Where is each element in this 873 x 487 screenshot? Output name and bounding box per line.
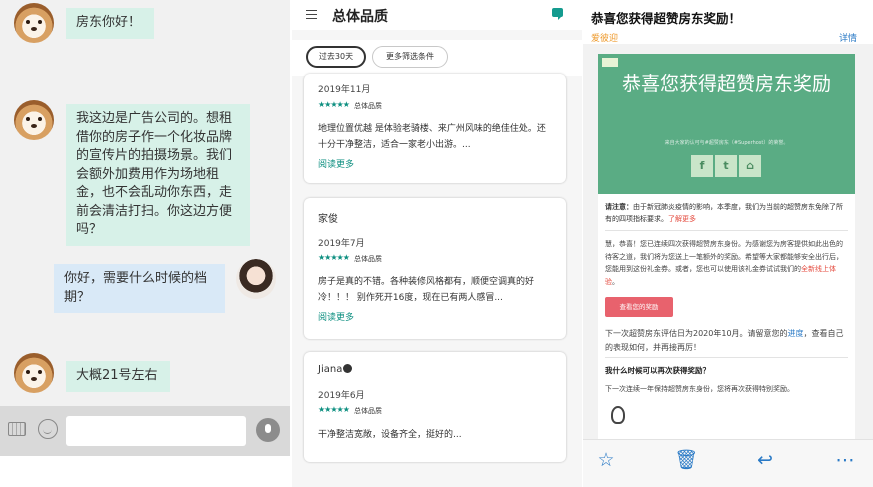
verified-badge-icon xyxy=(343,364,353,373)
view-reward-button[interactable]: 查看您的奖励 xyxy=(605,297,673,317)
review-card[interactable]: 家俊 2019年7月 ★★★★★ 总体品质 房子是真的不错。各种装修风格都有，顺… xyxy=(304,198,566,339)
chat-message: 房东你好！ xyxy=(66,8,154,39)
filter-past-30-days[interactable]: 过去30天 xyxy=(306,46,366,68)
reviewer-name: 家俊 xyxy=(318,214,338,225)
screenshot-root: 房东你好！ 我这边是广告公司的。想租借你的房子作一个化妆品牌的宣传片的拍摄场景。… xyxy=(0,0,873,487)
faq-question: 我什么时候可以再次获得奖励？ xyxy=(605,366,710,375)
facebook-icon[interactable]: f xyxy=(691,155,713,177)
reply-icon[interactable]: ↩ xyxy=(753,448,777,472)
email-panel: 恭喜您获得超赞房东奖励！ 爱彼迎 详情 恭喜您获得超赞房东奖励 来自大家的认可与… xyxy=(583,0,873,487)
chat-bottom-area xyxy=(0,456,290,487)
my-avatar[interactable] xyxy=(236,259,276,299)
reviews-header: 总体品质 xyxy=(292,0,582,30)
review-date: 2019年7月 xyxy=(318,239,365,249)
keyboard-icon[interactable] xyxy=(8,422,26,436)
menu-icon[interactable] xyxy=(306,10,317,19)
rating-label: 总体品质 xyxy=(354,407,382,415)
chat-message: 你好，需要什么时候的档期？ xyxy=(54,264,225,313)
review-text: 地理位置优越 是体验老骑楼、来广州风味的绝佳住处。还十分干净整洁，适合一家老小出… xyxy=(318,124,546,150)
details-link[interactable]: 详情 xyxy=(839,31,857,44)
airbnb-share-icon[interactable]: ⌂ xyxy=(739,155,761,177)
email-body: 恭喜您获得超赞房东奖励 来自大家的认可与#超赞房东（#Superhost）的荣誉… xyxy=(583,44,873,439)
email-toolbar: ☆ 🗑 ↩ ⋯ xyxy=(583,439,873,487)
divider xyxy=(605,230,848,231)
twitter-icon[interactable]: t xyxy=(715,155,737,177)
learn-more-link[interactable]: 了解更多 xyxy=(668,215,696,223)
review-date: 2019年11月 xyxy=(318,85,371,95)
rating-label: 总体品质 xyxy=(354,255,382,263)
notice-text: 请注意：由于新冠肺炎疫情的影响，本季度，我们为当前的超赞房东免除了所有的四项指标… xyxy=(605,203,843,223)
email-sender[interactable]: 爱彼迎 xyxy=(591,31,618,44)
chat-message: 我这边是广告公司的。想租借你的房子作一个化妆品牌的宣传片的拍摄场景。我们会额外加… xyxy=(66,104,250,246)
filter-more-button[interactable]: 更多筛选条件 xyxy=(372,46,448,68)
star-rating: ★★★★★ xyxy=(318,100,350,109)
email-subject: 恭喜您获得超赞房东奖励！ xyxy=(591,11,742,26)
hero-subtitle: 来自大家的认可与#超赞房东（#Superhost）的荣誉。 xyxy=(664,140,789,146)
reviews-panel: 总体品质 过去30天 更多筛选条件 2019年11月 ★★★★★ 总体品质 地理… xyxy=(292,0,582,487)
review-date: 2019年6月 xyxy=(318,391,365,401)
more-icon[interactable]: ⋯ xyxy=(833,448,857,472)
rating-label: 总体品质 xyxy=(354,102,382,110)
star-rating: ★★★★★ xyxy=(318,405,350,414)
airbnb-logo-icon xyxy=(611,406,625,424)
review-card[interactable]: Jiana 2019年6月 ★★★★★ 总体品质 干净整洁宽敞，设备齐全，挺好的… xyxy=(304,352,566,462)
review-text: 干净整洁宽敞，设备齐全，挺好的... xyxy=(318,430,462,440)
chat-input-bar xyxy=(0,406,290,456)
logo-tag xyxy=(602,58,618,67)
message-icon[interactable] xyxy=(552,8,563,20)
progress-link[interactable]: 进度 xyxy=(788,329,804,338)
microphone-icon[interactable] xyxy=(256,418,280,442)
review-text: 房子是真的不错。各种装修风格都有，顺便空调真的好冷！！！ 别作死开16度，现在已… xyxy=(318,277,535,303)
trash-icon[interactable]: 🗑 xyxy=(674,448,698,472)
other-user-avatar[interactable] xyxy=(14,353,54,393)
chat-panel: 房东你好！ 我这边是广告公司的。想租借你的房子作一个化妆品牌的宣传片的拍摄场景。… xyxy=(0,0,290,487)
emoji-icon[interactable] xyxy=(38,419,58,439)
read-more-link[interactable]: 阅读更多 xyxy=(318,310,354,323)
page-title: 总体品质 xyxy=(332,9,388,25)
chat-message: 大概21号左右 xyxy=(66,361,170,392)
hero-banner: 恭喜您获得超赞房东奖励 来自大家的认可与#超赞房东（#Superhost）的荣誉… xyxy=(598,54,855,194)
star-rating: ★★★★★ xyxy=(318,253,350,262)
star-icon[interactable]: ☆ xyxy=(594,448,618,472)
other-user-avatar[interactable] xyxy=(14,100,54,140)
email-content-card: 请注意：由于新冠肺炎疫情的影响，本季度，我们为当前的超赞房东免除了所有的四项指标… xyxy=(598,194,855,439)
message-input[interactable] xyxy=(66,416,246,446)
read-more-link[interactable]: 阅读更多 xyxy=(318,157,354,170)
other-user-avatar[interactable] xyxy=(14,3,54,43)
filter-bar: 过去30天 更多筛选条件 xyxy=(292,40,582,76)
reviewer-name: Jiana xyxy=(318,364,353,375)
divider xyxy=(605,357,848,358)
hero-title: 恭喜您获得超赞房东奖励 xyxy=(621,73,831,95)
faq-answer: 下一次连续一年保持超赞房东身份，您将再次获得特别奖励。 xyxy=(605,385,794,393)
body-text: 慧，恭喜！您已连续四次获得超赞房东身份。为感谢您为房客提供如此出色的待客之道，我… xyxy=(605,240,843,286)
review-card[interactable]: 2019年11月 ★★★★★ 总体品质 地理位置优越 是体验老骑楼、来广州风味的… xyxy=(304,74,566,183)
next-evaluation-text: 下一次超赞房东评估日为2020年10月。请留意您的进度，查看自己的表现如何，并再… xyxy=(605,329,844,352)
